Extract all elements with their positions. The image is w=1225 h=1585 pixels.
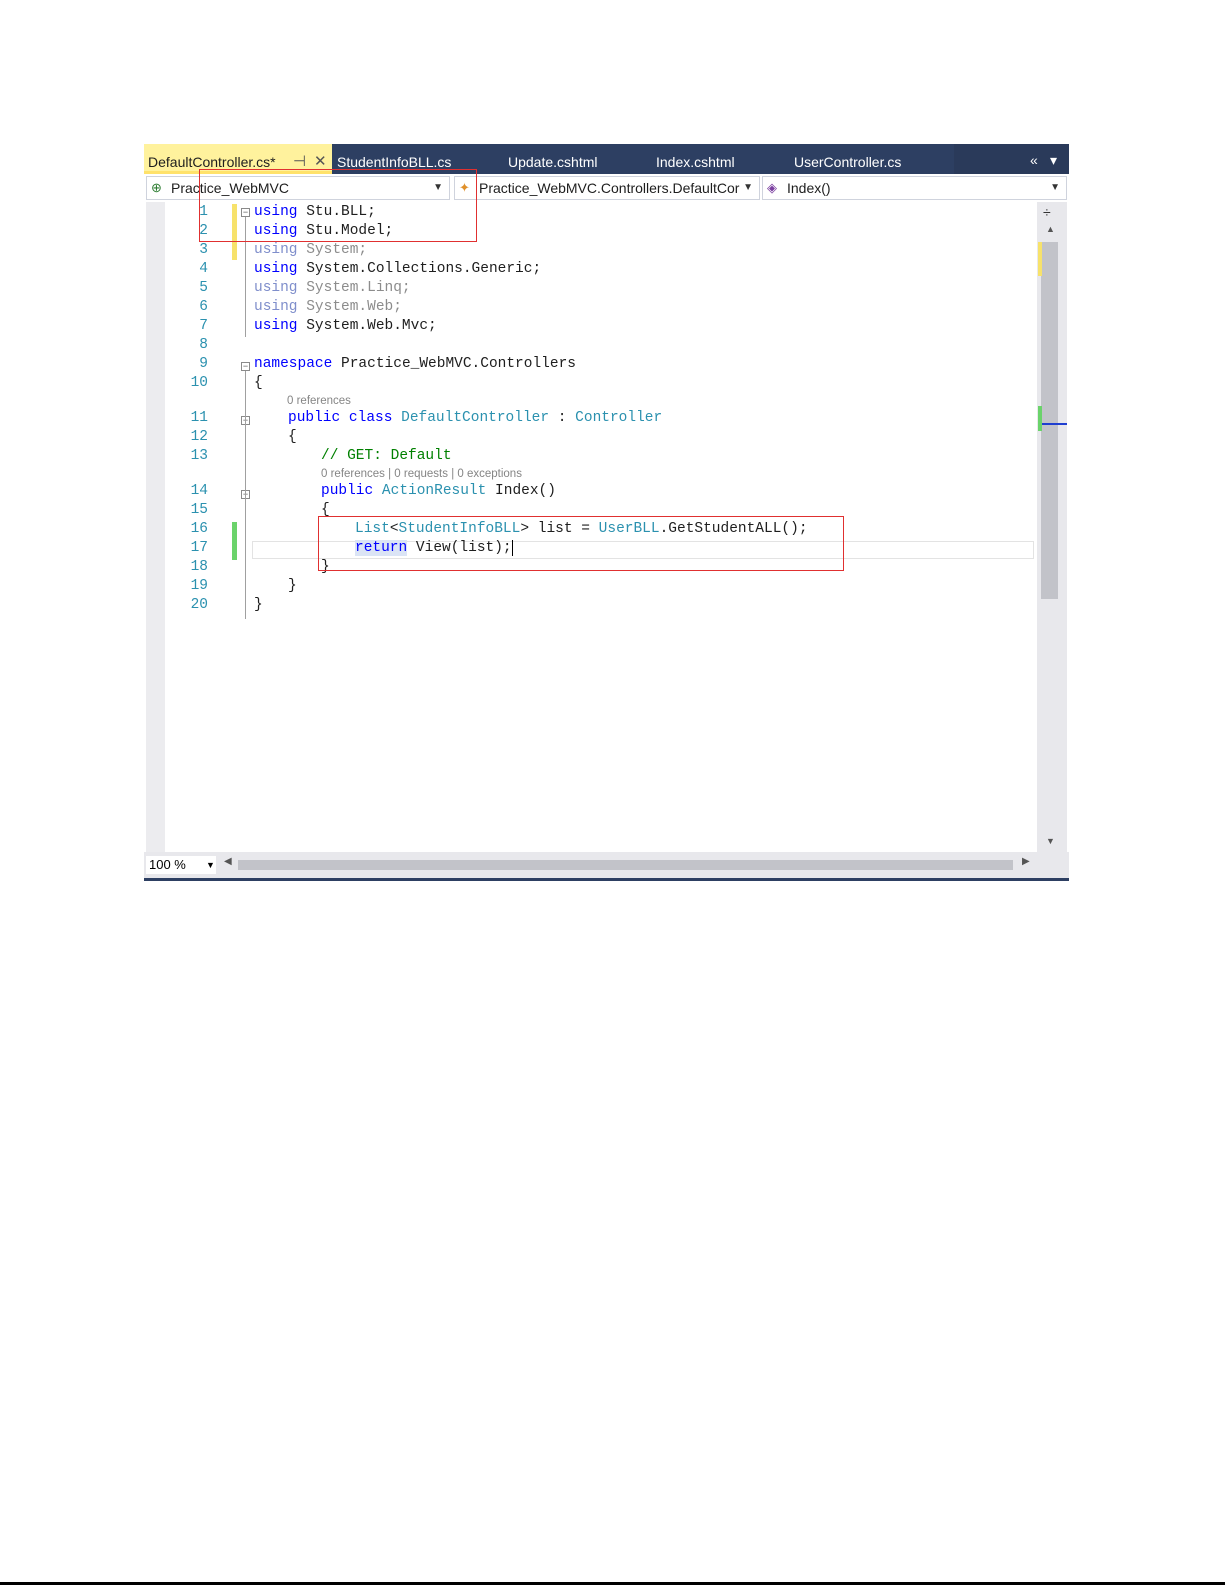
tab-index-cshtml[interactable]: Index.cshtml [656, 144, 735, 174]
horizontal-scroll-thumb[interactable] [238, 860, 1013, 870]
split-icon[interactable]: ÷ [1043, 204, 1051, 220]
line-number: 7 [199, 318, 208, 334]
change-map-marker [1038, 242, 1042, 276]
line-number: 3 [199, 242, 208, 258]
saved-change-marker [232, 522, 237, 560]
change-map-marker [1038, 406, 1042, 431]
code-line: using System; [254, 242, 368, 258]
code-line: // GET: Default [321, 448, 452, 464]
line-number: 12 [190, 429, 208, 445]
line-number: 6 [199, 299, 208, 315]
code-line: using System.Collections.Generic; [254, 261, 542, 277]
line-number: 19 [190, 578, 208, 594]
caret-position-marker [1042, 423, 1067, 425]
line-number: 5 [199, 280, 208, 296]
collapse-icon[interactable]: − [241, 362, 250, 371]
scroll-left-icon[interactable]: ◀ [224, 856, 232, 867]
chevron-down-icon: ▼ [740, 177, 753, 199]
chevron-down-icon: ▼ [1050, 182, 1060, 193]
line-number: 8 [199, 337, 208, 353]
code-line: using System.Web; [254, 299, 402, 315]
overflow-chevron-icon[interactable]: « [1030, 152, 1038, 168]
highlight-box-method-body [318, 516, 844, 571]
line-number: 14 [190, 483, 208, 499]
tab-update-cshtml[interactable]: Update.cshtml [508, 144, 597, 174]
scroll-right-icon[interactable]: ▶ [1022, 856, 1030, 867]
indicator-margin [146, 202, 165, 852]
tab-label: Update.cshtml [508, 154, 598, 170]
tab-label: Index.cshtml [656, 154, 735, 170]
highlight-box-usings [199, 169, 477, 242]
code-line: namespace Practice_WebMVC.Controllers [254, 356, 576, 372]
code-line: using System.Web.Mvc; [254, 318, 437, 334]
codelens-references[interactable]: 0 references [287, 395, 351, 407]
line-number: 11 [190, 410, 208, 426]
vertical-scroll-thumb[interactable] [1041, 242, 1058, 599]
tab-usercontroller[interactable]: UserController.cs [794, 144, 901, 174]
zoom-level: 100 % [149, 857, 186, 872]
horizontal-scroll-area: 100 % ▼ ◀ ▶ [144, 852, 1069, 878]
codelens-method-info[interactable]: 0 references | 0 requests | 0 exceptions [321, 468, 522, 480]
code-line: } [254, 597, 263, 613]
project-icon: ⊕ [151, 180, 162, 195]
code-line: } [288, 578, 297, 594]
code-line: { [288, 429, 297, 445]
code-line: public class DefaultController : Control… [288, 410, 663, 426]
member-dropdown-value: Index() [787, 180, 831, 196]
tab-menu-icon[interactable]: ▾ [1050, 152, 1057, 169]
tab-label: StudentInfoBLL.cs [337, 154, 452, 170]
method-icon: ◈ [767, 180, 777, 195]
line-number: 13 [190, 448, 208, 464]
line-number: 4 [199, 261, 208, 277]
code-line: { [254, 375, 263, 391]
line-number: 10 [190, 375, 208, 391]
vertical-scrollbar[interactable]: ÷ ▲ ▼ [1037, 202, 1067, 852]
line-number: 15 [190, 502, 208, 518]
member-dropdown[interactable]: ◈ Index() ▼ [762, 176, 1067, 200]
tab-label: UserController.cs [794, 154, 902, 170]
type-dropdown[interactable]: ✦ Practice_WebMVC.Controllers.DefaultCor… [454, 176, 760, 200]
type-dropdown-value: Practice_WebMVC.Controllers.DefaultCor [479, 180, 740, 196]
zoom-dropdown[interactable]: 100 % ▼ [146, 856, 216, 874]
code-line: public ActionResult Index() [321, 483, 556, 499]
line-number: 9 [199, 356, 208, 372]
line-number: 18 [190, 559, 208, 575]
line-number: 20 [190, 597, 208, 613]
visual-studio-editor-window: DefaultController.cs* ⊣ ✕ StudentInfoBLL… [144, 144, 1069, 881]
tab-label: DefaultController.cs* [148, 154, 276, 170]
fold-guide [245, 371, 246, 619]
scroll-down-icon[interactable]: ▼ [1046, 836, 1055, 846]
code-line: using System.Linq; [254, 280, 411, 296]
line-number: 17 [190, 540, 208, 556]
scroll-up-icon[interactable]: ▲ [1046, 224, 1055, 234]
line-number: 16 [190, 521, 208, 537]
code-editor[interactable]: − − − − 1 2 3 4 5 6 7 8 9 10 11 12 13 14… [144, 169, 1069, 852]
chevron-down-icon: ▼ [206, 860, 215, 870]
